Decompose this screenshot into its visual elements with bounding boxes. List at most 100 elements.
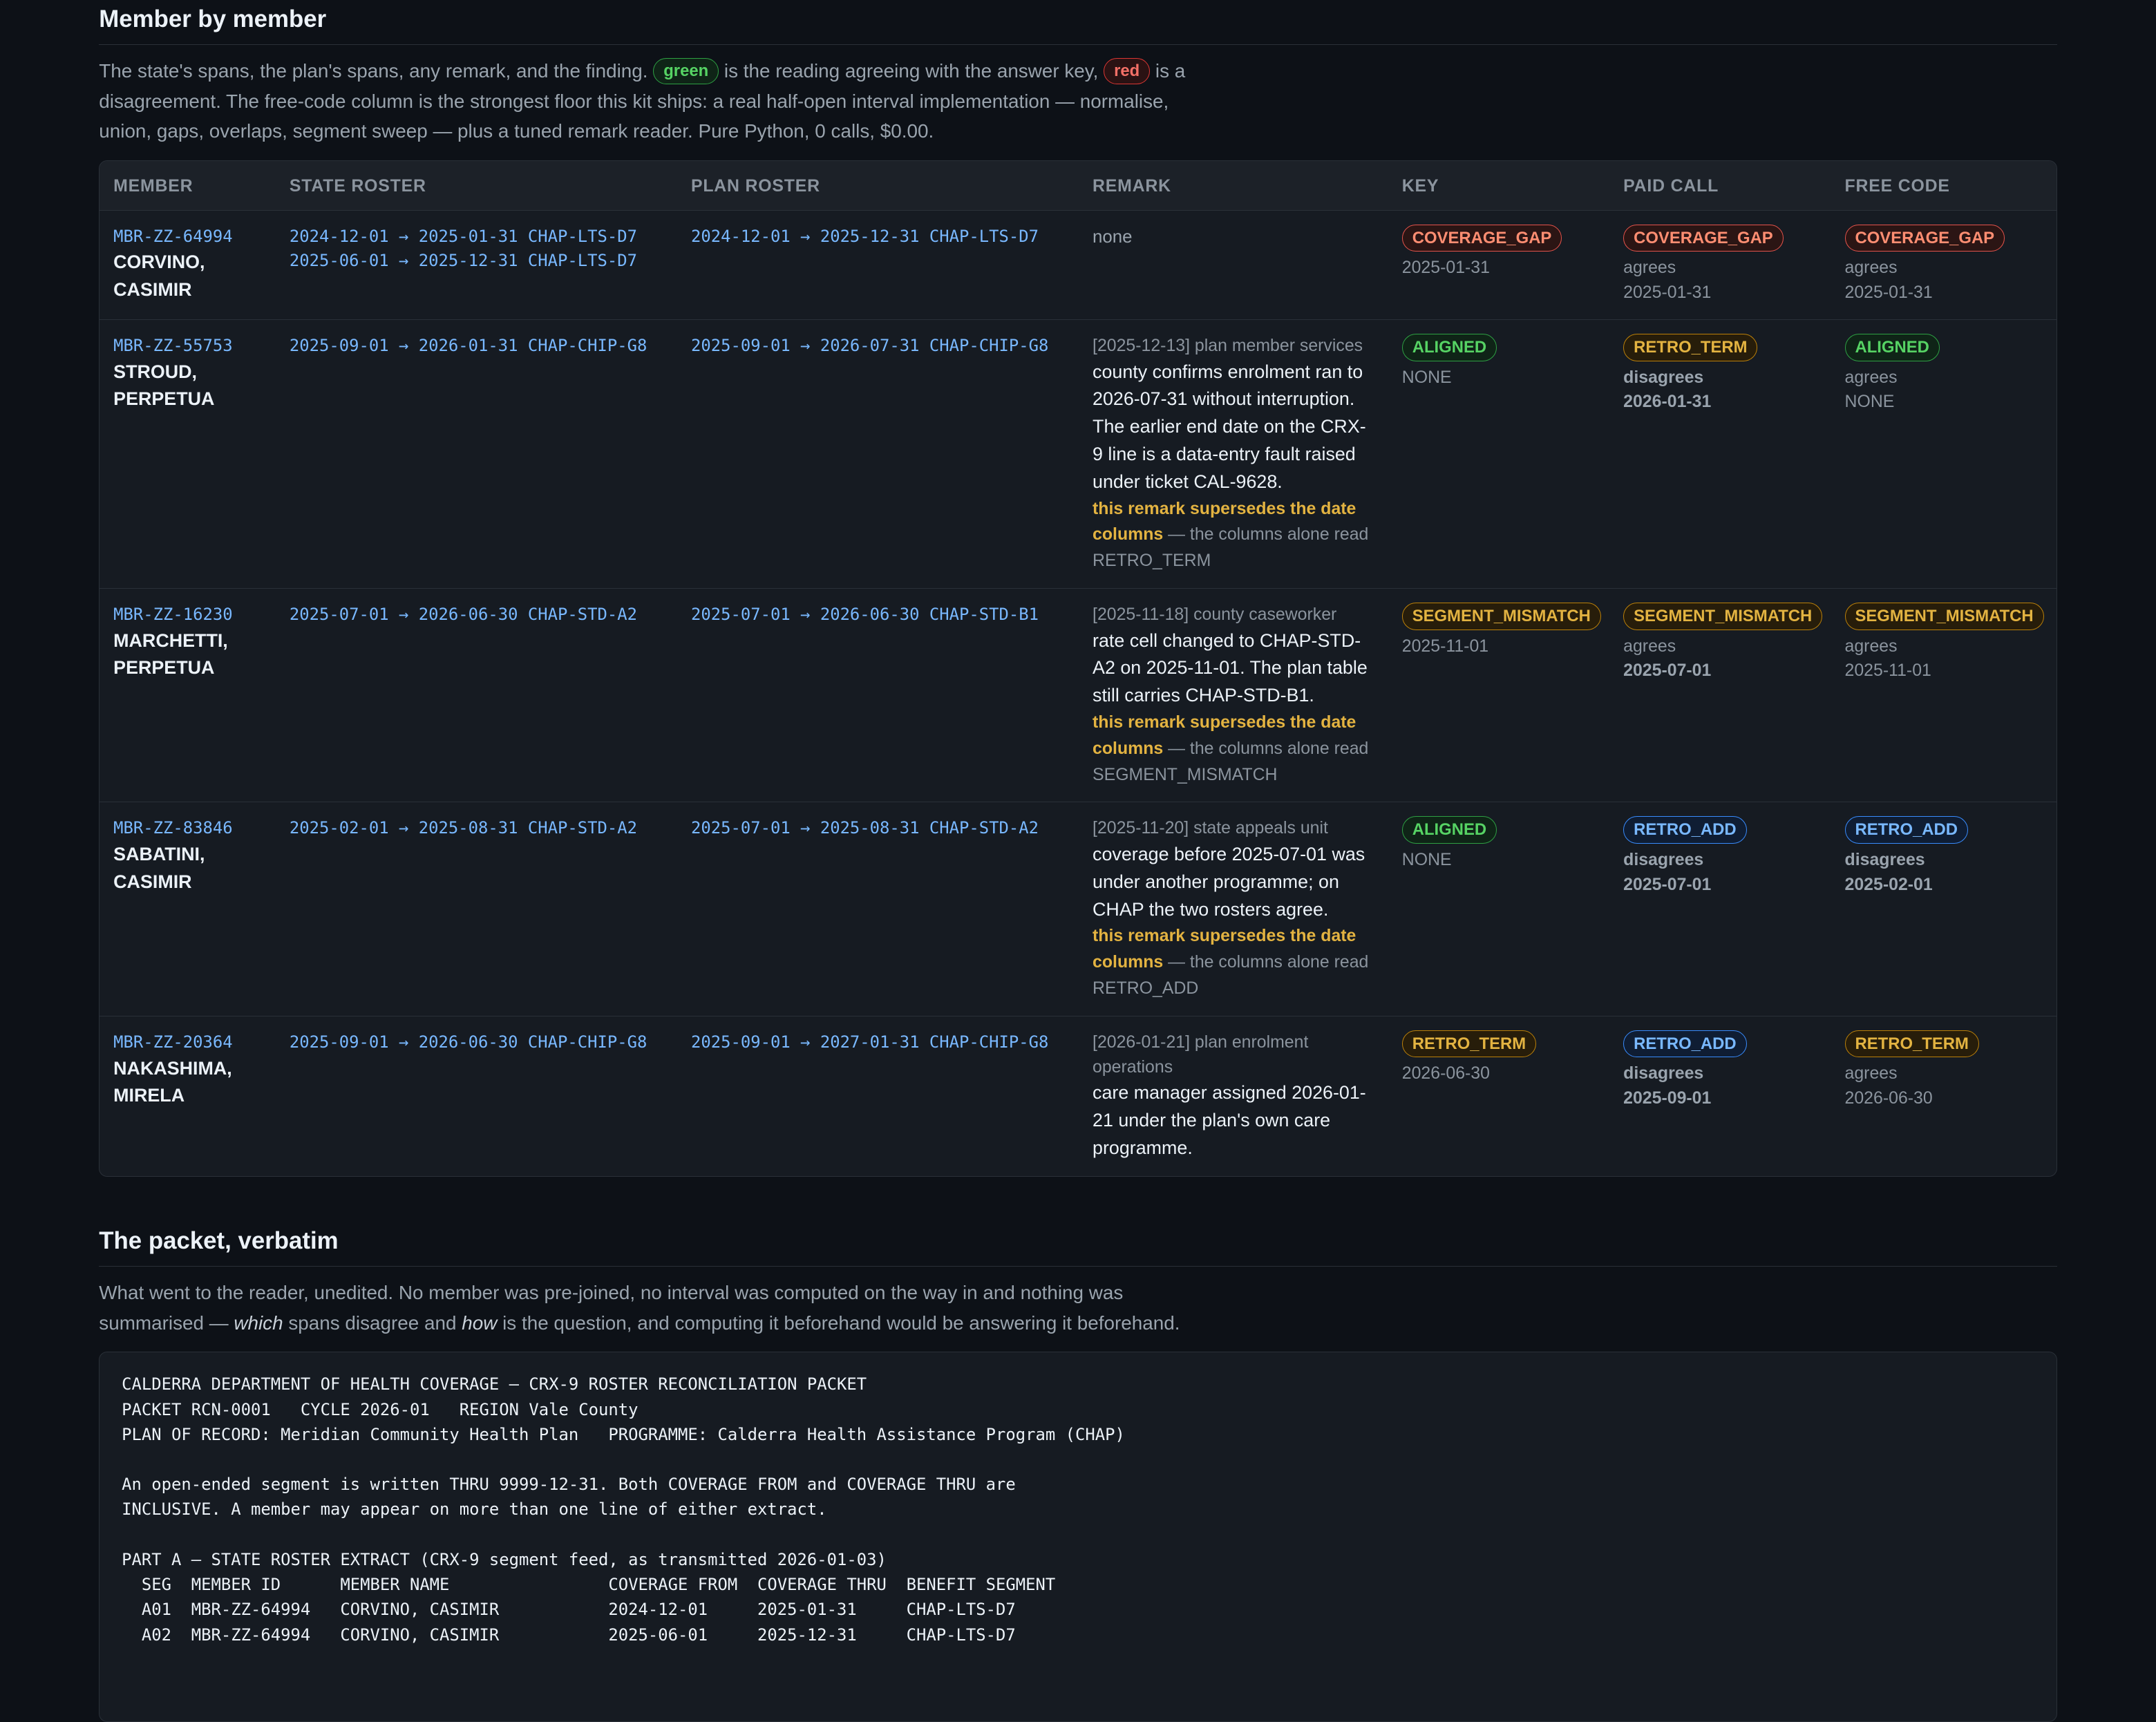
reconciliation-table-panel: MEMBER STATE ROSTER PLAN ROSTER REMARK K… [99, 160, 2058, 1177]
plan-span: 2024-12-01 → 2025-12-31 CHAP-LTS-D7 [690, 226, 1039, 246]
plan-roster-cell: 2025-07-01 → 2025-08-31 CHAP-STD-A2 [677, 802, 1079, 1016]
free-code-date: 2025-11-01 [1844, 661, 1931, 681]
column-header-state-roster[interactable]: STATE ROSTER [275, 161, 678, 211]
packet-line: A01 MBR-ZZ-64994 CORVINO, CASIMIR 2024-1… [122, 1600, 1016, 1620]
key-cell: SEGMENT_MISMATCH 2025-11-01 [1388, 588, 1610, 803]
table-row: MBR-ZZ-20364 NAKASHIMA, MIRELA 2025-09-0… [100, 1016, 2056, 1175]
paid-call-verdict: agrees [1623, 636, 1676, 656]
packet-text: CALDERRA DEPARTMENT OF HEALTH COVERAGE —… [122, 1372, 2034, 1647]
member-id-link[interactable]: MBR-ZZ-64994 [113, 225, 262, 249]
packet-line: INCLUSIVE. A member may appear on more t… [122, 1499, 827, 1520]
remark-body: coverage before 2025-07-01 was under ano… [1093, 844, 1365, 920]
plan-span: 2025-07-01 → 2025-08-31 CHAP-STD-A2 [690, 818, 1039, 838]
section-title-member-by-member: Member by member [99, 0, 2058, 45]
remark-note: this remark supersedes the date columns … [1093, 923, 1374, 1001]
member-name: NAKASHIMA, MIRELA [113, 1057, 232, 1106]
remark-cell: [2025-11-20] state appeals unit coverage… [1079, 802, 1388, 1016]
state-roster-cell: 2024-12-01 → 2025-01-31 CHAP-LTS-D7 2025… [275, 210, 678, 320]
remark-source: [2026-01-21] plan enrolment operations [1093, 1032, 1309, 1077]
column-header-free-code[interactable]: FREE CODE [1831, 161, 2057, 211]
table-row: MBR-ZZ-83846 SABATINI, CASIMIR 2025-02-0… [100, 802, 2057, 1016]
remark-none: none [1093, 227, 1133, 247]
free-code-badge: COVERAGE_GAP [1844, 224, 2005, 252]
free-code-verdict: agrees [1844, 367, 1898, 387]
member-id-link[interactable]: MBR-ZZ-83846 [113, 816, 262, 841]
column-header-member[interactable]: MEMBER [100, 161, 276, 211]
paid-call-date: 2025-07-01 [1623, 874, 1712, 894]
remark-note: this remark supersedes the date columns … [1093, 496, 1374, 574]
free-code-cell: SEGMENT_MISMATCH agrees 2025-11-01 [1831, 588, 2057, 803]
reconciliation-table: MEMBER STATE ROSTER PLAN ROSTER REMARK K… [100, 161, 2057, 1176]
remark-cell: [2025-11-18] county caseworker rate cell… [1079, 588, 1388, 803]
remark-cell: none [1079, 210, 1388, 320]
table-header-row: MEMBER STATE ROSTER PLAN ROSTER REMARK K… [100, 161, 2057, 211]
paid-call-cell: COVERAGE_GAP agrees 2025-01-31 [1609, 210, 1831, 320]
free-code-cell: RETRO_ADD disagrees 2025-02-01 [1831, 802, 2057, 1016]
paid-call-cell: RETRO_ADD disagrees 2025-09-01 [1609, 1016, 1831, 1175]
state-roster-cell: 2025-09-01 → 2026-01-31 CHAP-CHIP-G8 [275, 319, 678, 589]
packet-line: SEG MEMBER ID MEMBER NAME COVERAGE FROM … [122, 1575, 1056, 1595]
paid-call-date: 2026-01-31 [1623, 392, 1712, 412]
plan-span: 2025-09-01 → 2027-01-31 CHAP-CHIP-G8 [690, 1032, 1049, 1052]
state-roster-cell: 2025-09-01 → 2026-06-30 CHAP-CHIP-G8 [276, 1016, 677, 1175]
member-name: STROUD, PERPETUA [113, 361, 215, 410]
remark-body: rate cell changed to CHAP-STD-A2 on 2025… [1093, 630, 1368, 706]
packet-line: PART A — STATE ROSTER EXTRACT (CRX-9 seg… [122, 1549, 887, 1569]
member-cell: MBR-ZZ-16230 MARCHETTI, PERPETUA [100, 588, 276, 803]
packet-line: PACKET RCN-0001 CYCLE 2026-01 REGION Val… [122, 1399, 639, 1419]
paid-call-verdict: disagrees [1623, 367, 1704, 387]
remark-body: county confirms enrolment ran to 2026-07… [1093, 361, 1366, 492]
key-badge: RETRO_TERM [1401, 1030, 1537, 1058]
packet-intro: What went to the reader, unedited. No me… [99, 1278, 1199, 1338]
key-badge: ALIGNED [1401, 816, 1497, 844]
plan-span: 2025-09-01 → 2026-07-31 CHAP-CHIP-G8 [690, 335, 1049, 355]
column-header-remark[interactable]: REMARK [1079, 161, 1388, 211]
table-row: MBR-ZZ-16230 MARCHETTI, PERPETUA 2025-07… [100, 588, 2057, 803]
column-header-paid-call[interactable]: PAID CALL [1609, 161, 1831, 211]
paid-call-cell: SEGMENT_MISMATCH agrees 2025-07-01 [1609, 588, 1831, 803]
remark-body: care manager assigned 2026-01-21 under t… [1093, 1082, 1366, 1158]
free-code-badge: RETRO_ADD [1844, 816, 1968, 844]
column-header-plan-roster[interactable]: PLAN ROSTER [677, 161, 1079, 211]
member-cell: MBR-ZZ-64994 CORVINO, CASIMIR [100, 210, 276, 320]
paid-call-cell: RETRO_TERM disagrees 2026-01-31 [1609, 319, 1831, 589]
member-cell: MBR-ZZ-55753 STROUD, PERPETUA [100, 319, 276, 589]
paid-call-date: 2025-01-31 [1623, 283, 1712, 303]
key-date: 2025-11-01 [1401, 636, 1489, 656]
member-id-link[interactable]: MBR-ZZ-55753 [113, 334, 262, 359]
packet-verbatim-block[interactable]: CALDERRA DEPARTMENT OF HEALTH COVERAGE —… [99, 1352, 2058, 1722]
legend-chip-red: red [1104, 57, 1151, 84]
key-date: 2025-01-31 [1401, 258, 1490, 278]
member-id-link[interactable]: MBR-ZZ-16230 [113, 603, 262, 627]
plan-roster-cell: 2025-07-01 → 2026-06-30 CHAP-STD-B1 [677, 588, 1079, 803]
remark-cell: [2025-12-13] plan member services county… [1079, 319, 1388, 589]
member-id-link[interactable]: MBR-ZZ-20364 [113, 1030, 262, 1055]
paid-call-date: 2025-09-01 [1623, 1088, 1712, 1108]
intro-text: spans disagree and [288, 1312, 457, 1334]
paid-call-badge: COVERAGE_GAP [1623, 224, 1784, 252]
intro-emphasis: which [234, 1312, 283, 1334]
packet-line: A02 MBR-ZZ-64994 CORVINO, CASIMIR 2025-0… [122, 1625, 1016, 1645]
key-cell: ALIGNED NONE [1388, 802, 1610, 1016]
key-cell: COVERAGE_GAP 2025-01-31 [1388, 210, 1610, 320]
key-badge: COVERAGE_GAP [1401, 224, 1562, 252]
remark-source: [2025-11-18] county caseworker [1093, 604, 1337, 624]
free-code-badge: SEGMENT_MISMATCH [1844, 602, 2044, 630]
key-badge: ALIGNED [1401, 333, 1497, 361]
free-code-verdict: disagrees [1844, 850, 1925, 870]
paid-call-badge: RETRO_ADD [1623, 816, 1747, 844]
free-code-date: 2025-01-31 [1844, 283, 1933, 303]
free-code-cell: ALIGNED agrees NONE [1831, 319, 2057, 589]
packet-line: CALDERRA DEPARTMENT OF HEALTH COVERAGE —… [122, 1374, 867, 1394]
table-row: MBR-ZZ-64994 CORVINO, CASIMIR 2024-12-01… [100, 210, 2057, 320]
member-name: CORVINO, CASIMIR [113, 252, 205, 301]
packet-line: PLAN OF RECORD: Meridian Community Healt… [122, 1424, 1125, 1444]
table-row: MBR-ZZ-55753 STROUD, PERPETUA 2025-09-01… [100, 319, 2057, 589]
intro-emphasis: how [462, 1312, 498, 1334]
key-badge: SEGMENT_MISMATCH [1401, 602, 1601, 630]
state-span: 2025-02-01 → 2025-08-31 CHAP-STD-A2 [289, 818, 637, 838]
column-header-key[interactable]: KEY [1388, 161, 1610, 211]
free-code-verdict: agrees [1844, 636, 1898, 656]
intro-text: is the question, and computing it before… [502, 1312, 1180, 1334]
key-date: NONE [1401, 850, 1452, 870]
